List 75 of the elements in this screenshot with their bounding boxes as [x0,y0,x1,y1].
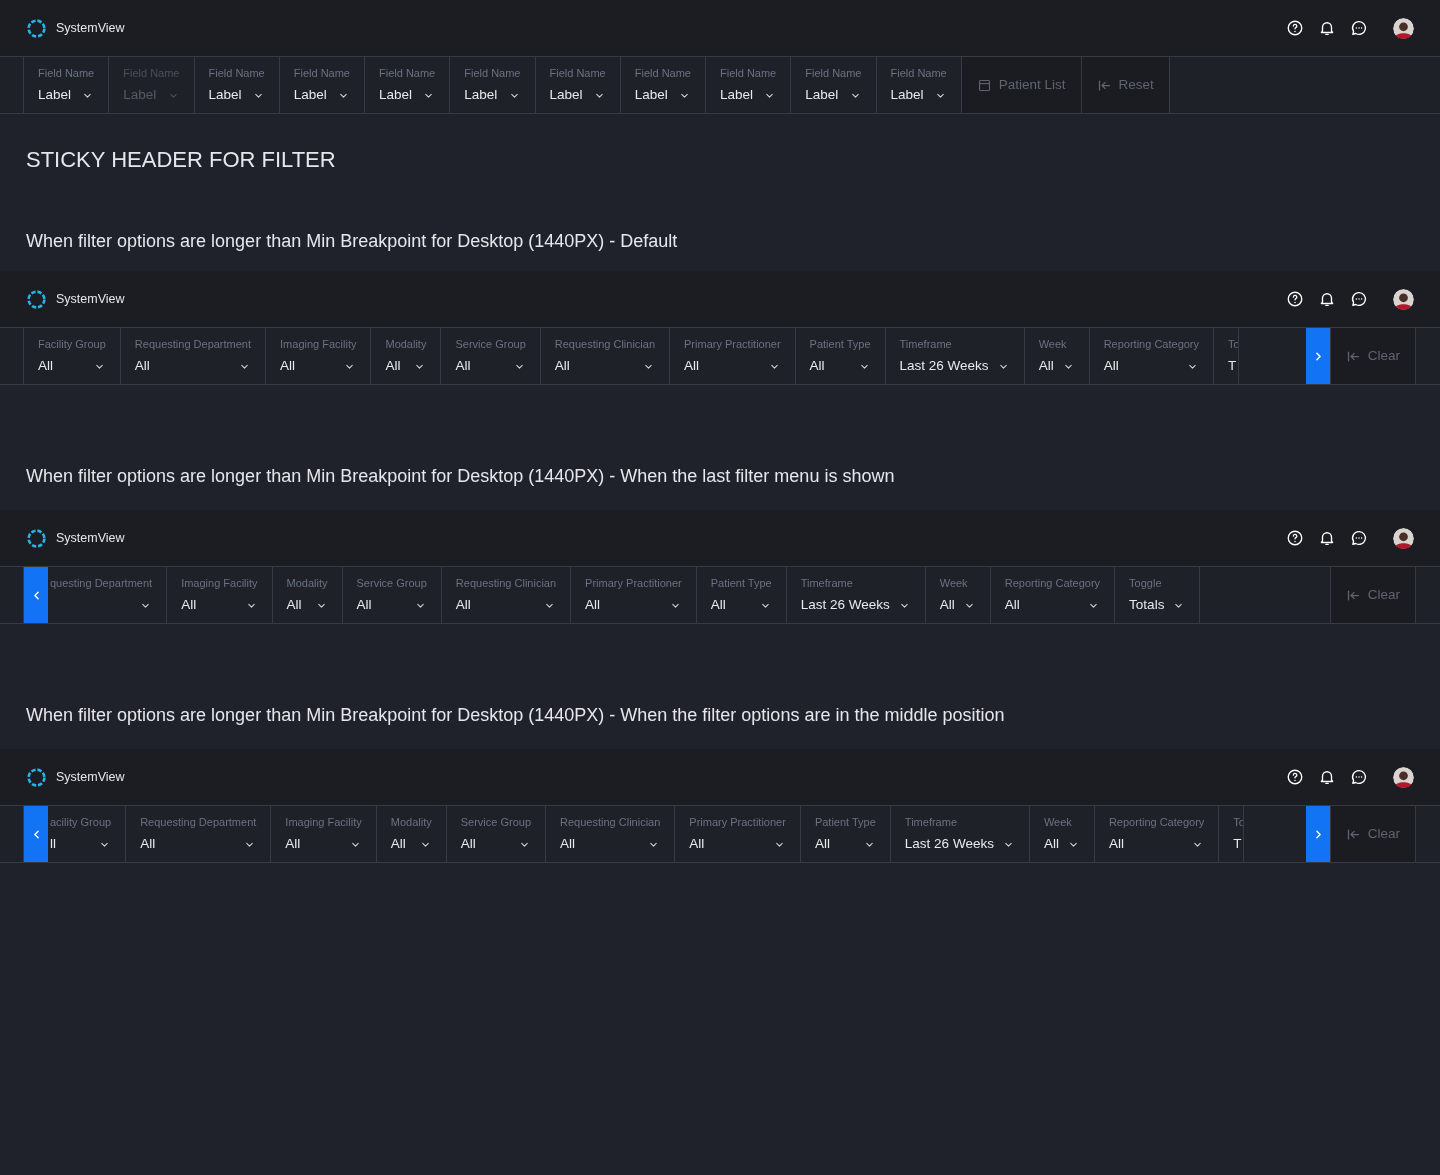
filter-dropdown[interactable]: Field Name Label [450,57,536,113]
filter-dropdown[interactable]: Reporting Category All [1094,806,1220,862]
help-icon[interactable] [1286,19,1304,37]
arrow-to-bar-icon [1345,348,1361,364]
logo-icon [26,527,47,549]
filter-dropdown[interactable]: Imaging Facility All [167,567,273,623]
logo-icon [26,766,47,788]
filter-dropdown[interactable]: Timeframe Last 26 Weeks [885,328,1025,384]
filter-dropdown[interactable]: Facility Group All [24,328,121,384]
filter-dropdown[interactable]: Reporting Category All [990,567,1116,623]
filter-dropdown[interactable]: Requesting Department All [120,328,267,384]
filter-dropdown[interactable]: Week All [925,567,991,623]
avatar[interactable] [1393,527,1414,549]
filter-dropdown[interactable]: Patient Type All [795,328,886,384]
filter-dropdown[interactable]: Primary Practitioner All [571,567,697,623]
page-title: STICKY HEADER FOR FILTER [25,146,337,174]
filter-dropdown[interactable]: Reporting Category All [1089,328,1215,384]
filter-dropdown[interactable]: Field Name Label [706,57,792,113]
filter-dropdown[interactable]: Primary Practitioner All [670,328,796,384]
arrow-to-bar-icon [1345,826,1361,842]
help-icon[interactable] [1286,768,1304,786]
filter-dropdown[interactable]: Timeframe Last 26 Weeks [890,806,1030,862]
filter-dropdown[interactable]: Field Name Label [365,57,451,113]
filter-dropdown[interactable]: Field Name Label [535,57,621,113]
bell-icon[interactable] [1318,529,1336,547]
filter-dropdown[interactable]: Field Name Label [791,57,877,113]
chat-icon[interactable] [1350,290,1368,308]
filter-dropdown[interactable]: Requesting Clinician All [546,806,676,862]
filter-dropdown[interactable]: Imaging Facility All [266,328,372,384]
app-name: SystemView [56,768,125,786]
filter-dropdown[interactable]: Timeframe Last 26 Weeks [786,567,926,623]
app-name: SystemView [56,19,125,37]
filter-dropdown[interactable]: Patient Type All [696,567,787,623]
logo-icon [26,17,47,39]
arrow-to-bar-icon [1096,77,1112,93]
filter-dropdown[interactable]: Modality All [371,328,442,384]
filter-dropdown[interactable]: Field Name Label [194,57,280,113]
app-name: SystemView [56,529,125,547]
section-caption: When filter options are longer than Min Breakpoint for Desktop (1440PX) - When the last filter menu is shown [25,465,896,488]
bell-icon[interactable] [1318,290,1336,308]
arrow-to-bar-icon [1345,587,1361,603]
filter-dropdown[interactable]: Requesting Department All [126,806,272,862]
filter-dropdown[interactable]: Patient Type All [800,806,891,862]
chat-icon[interactable] [1350,529,1368,547]
filter-dropdown[interactable]: acility Group ll [48,806,127,862]
filter-dropdown[interactable]: Requesting Clinician All [441,567,572,623]
filter-dropdown[interactable]: Service Group All [446,806,547,862]
filter-dropdown[interactable]: Week All [1029,806,1095,862]
avatar[interactable] [1393,766,1414,788]
filter-dropdown[interactable]: Toggle Totals [1115,567,1201,623]
chat-icon[interactable] [1350,768,1368,786]
panel-icon [976,77,992,93]
bell-icon[interactable] [1318,768,1336,786]
filter-dropdown[interactable]: Field Name Label [876,57,962,113]
filter-dropdown[interactable]: Field Name Label [279,57,365,113]
filter-dropdown[interactable]: Week All [1024,328,1090,384]
help-icon[interactable] [1286,290,1304,308]
filter-dropdown[interactable]: Imaging Facility All [271,806,377,862]
filter-dropdown[interactable]: Field Name Label [24,57,110,113]
filter-dropdown[interactable]: Field Name Label [620,57,706,113]
filter-dropdown[interactable]: Primary Practitioner All [675,806,801,862]
filter-dropdown[interactable]: Modality All [272,567,343,623]
filter-dropdown[interactable]: Service Group All [342,567,442,623]
bell-icon[interactable] [1318,19,1336,37]
avatar[interactable] [1393,288,1414,310]
filter-dropdown[interactable]: Requesting Clinician All [540,328,671,384]
chat-icon[interactable] [1350,19,1368,37]
filter-dropdown[interactable]: Service Group All [441,328,541,384]
avatar[interactable] [1393,17,1414,39]
section-caption: When filter options are longer than Min Breakpoint for Desktop (1440PX) - When the filter options are in the middle position [25,704,1006,727]
help-icon[interactable] [1286,529,1304,547]
logo-icon [26,288,47,310]
filter-dropdown[interactable]: Modality All [376,806,447,862]
section-caption: When filter options are longer than Min Breakpoint for Desktop (1440PX) - Default [25,230,679,253]
app-name: SystemView [56,290,125,308]
